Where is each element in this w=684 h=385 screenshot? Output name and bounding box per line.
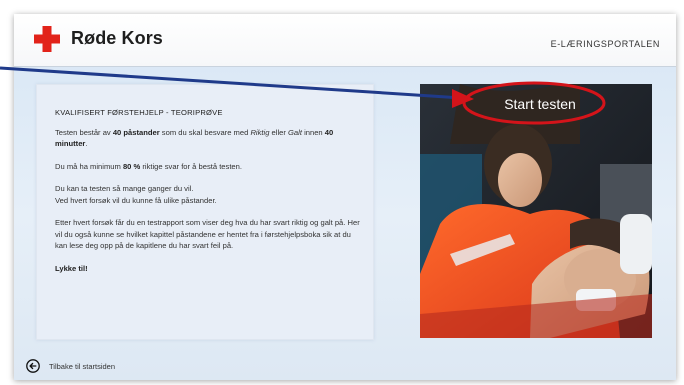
info-closing: Lykke til! <box>55 263 361 275</box>
info-paragraph-test-rules: Testen består av 40 påstander som du ska… <box>55 127 361 150</box>
info-paragraph-attempts: Du kan ta testen så mange ganger du vil.… <box>55 183 361 206</box>
browser-window: Røde Kors E-LÆRINGSPORTALEN KVALIFISERT … <box>14 14 676 380</box>
site-header: Røde Kors E-LÆRINGSPORTALEN <box>14 14 676 67</box>
italic-correct: Riktig <box>250 127 270 137</box>
closing-text: Lykke til! <box>55 263 88 273</box>
bold-statement-count: 40 påstander <box>112 127 160 137</box>
info-card: KVALIFISERT FØRSTEHJELP - TEORIPRØVE Tes… <box>36 84 374 340</box>
back-link-label: Tilbake til startsiden <box>49 361 115 371</box>
info-paragraph-pass-rate: Du må ha minimum 80 % riktige svar for å… <box>55 161 361 173</box>
red-cross-logo-icon[interactable] <box>34 26 60 52</box>
start-test-button[interactable]: Start testen <box>480 93 600 115</box>
arrow-left-circle-icon <box>26 359 40 373</box>
info-paragraph-report: Etter hvert forsøk får du en testrapport… <box>55 218 360 250</box>
text-span: Testen består av <box>55 127 113 137</box>
text-span: riktige svar for å bestå testen. <box>140 161 242 171</box>
text-span: innen <box>301 127 325 137</box>
back-to-start-link[interactable]: Tilbake til startsiden <box>26 359 115 373</box>
text-span: som du skal besvare med <box>159 127 251 137</box>
info-text: KVALIFISERT FØRSTEHJELP - TEORIPRØVE Tes… <box>55 107 361 285</box>
screen: Røde Kors E-LÆRINGSPORTALEN KVALIFISERT … <box>0 0 684 385</box>
portal-label: E-LÆRINGSPORTALEN <box>550 39 660 49</box>
brand-name[interactable]: Røde Kors <box>71 28 163 49</box>
text-span: Du må ha minimum <box>55 161 123 171</box>
photo-illustration <box>420 84 652 338</box>
text-line: Ved hvert forsøk vil du kunne få ulike p… <box>55 195 217 205</box>
bold-pass-percent: 80 % <box>122 161 141 171</box>
text-span: . <box>85 139 88 148</box>
info-title: KVALIFISERT FØRSTEHJELP - TEORIPRØVE <box>55 108 223 117</box>
first-aid-photo: Start testen <box>420 84 652 338</box>
text-line: Du kan ta testen så mange ganger du vil. <box>55 184 194 193</box>
text-span: eller <box>269 127 289 137</box>
italic-wrong: Galt <box>288 127 302 137</box>
